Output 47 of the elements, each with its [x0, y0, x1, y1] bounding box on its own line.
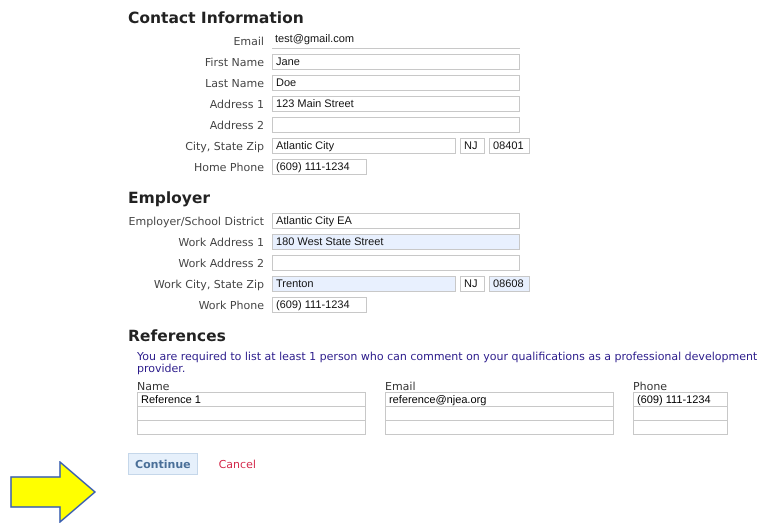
field-label: Work City, State Zip	[152, 278, 265, 290]
section-heading: Contact Information	[128, 9, 305, 27]
input-field[interactable]: Atlantic City	[272, 138, 456, 154]
input-field[interactable]: reference@njea.org	[385, 392, 614, 407]
field-label: Work Phone	[198, 298, 265, 312]
field-label: Employer/School District	[128, 214, 265, 228]
input-field[interactable]	[137, 406, 366, 421]
section-heading: References	[128, 327, 227, 345]
input-field[interactable]	[633, 406, 728, 421]
field-label: City, State Zip	[184, 140, 265, 152]
input-field[interactable]: (609) 111-1234	[272, 297, 367, 313]
email-value: test@gmail.com	[272, 33, 520, 49]
input-field[interactable]: Jane	[272, 54, 520, 70]
input-field[interactable]	[137, 420, 366, 435]
input-field[interactable]	[272, 255, 520, 271]
field-label: Last Name	[204, 76, 265, 90]
field-label: Address 1	[208, 98, 265, 110]
input-field[interactable]: 08401	[489, 138, 530, 154]
field-label: Work Address 2	[177, 256, 265, 270]
continue-button[interactable]: Continue	[128, 453, 198, 475]
arrow-icon	[10, 461, 96, 523]
input-field[interactable]: 123 Main Street	[272, 96, 520, 112]
input-field[interactable]	[385, 406, 614, 421]
input-field[interactable]: (609) 111-1234	[633, 392, 728, 407]
input-field[interactable]	[633, 420, 728, 435]
input-field[interactable]: Reference 1	[137, 392, 366, 407]
input-field[interactable]	[385, 420, 614, 435]
field-label: Work Address 1	[177, 236, 265, 248]
input-field[interactable]: NJ	[460, 276, 485, 292]
input-field[interactable]: Trenton	[272, 276, 456, 292]
input-field[interactable]: NJ	[460, 138, 485, 154]
column-header: Email	[385, 381, 417, 393]
cancel-link[interactable]: Cancel	[218, 458, 256, 470]
field-label: First Name	[204, 56, 265, 68]
input-field[interactable]: Doe	[272, 75, 520, 91]
input-field[interactable]: 08608	[489, 276, 530, 292]
input-field[interactable]: Atlantic City EA	[272, 213, 520, 229]
column-header: Phone	[633, 381, 668, 393]
field-label: Address 2	[208, 118, 265, 132]
references-note: You are required to list at least 1 person who can comment on your qualifications as a professional development provider.	[137, 351, 758, 375]
input-field[interactable]	[272, 117, 520, 133]
field-label: Home Phone	[192, 160, 265, 174]
section-heading: Employer	[128, 189, 212, 207]
input-field[interactable]: (609) 111-1234	[272, 159, 367, 175]
column-header: Name	[137, 381, 170, 393]
input-field[interactable]: 180 West State Street	[272, 234, 520, 250]
field-label: Email	[232, 34, 265, 48]
